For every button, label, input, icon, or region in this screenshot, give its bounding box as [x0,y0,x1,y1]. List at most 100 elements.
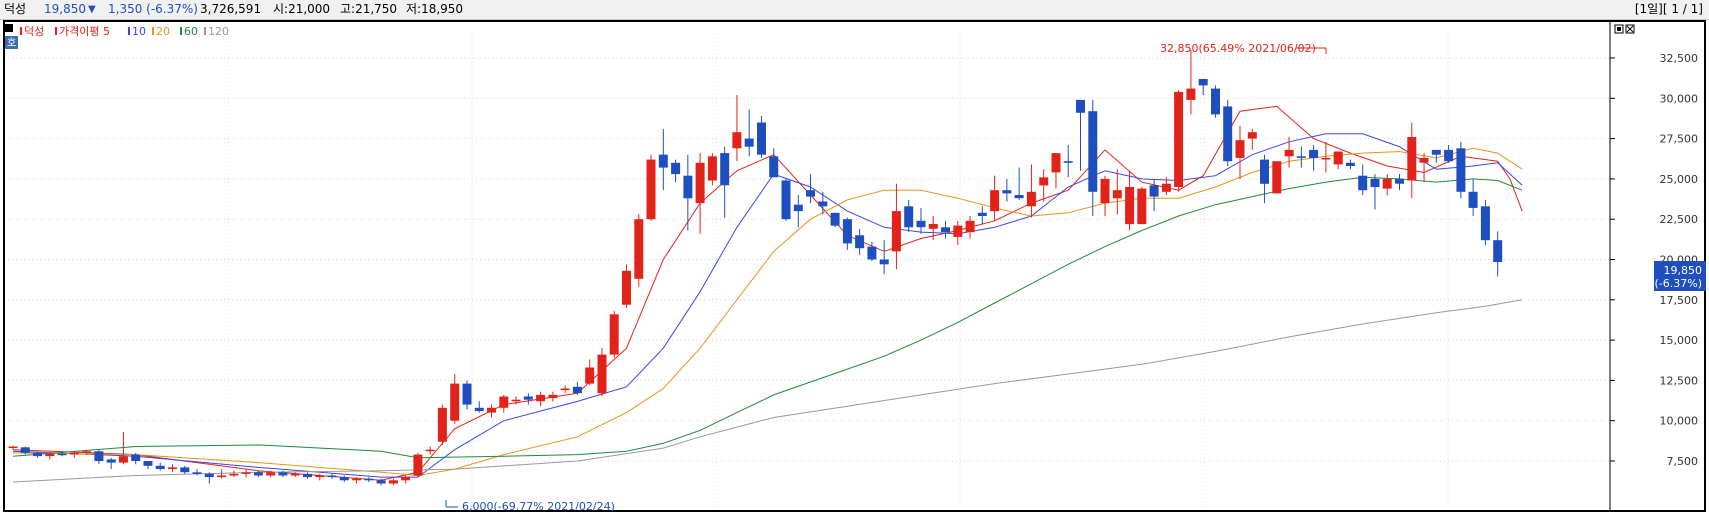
candle[interactable] [1272,161,1282,194]
candle[interactable] [646,154,656,221]
candle[interactable] [855,228,865,255]
candle[interactable] [1186,49,1196,115]
candle[interactable] [499,394,509,413]
candle-body [1247,132,1257,139]
candle[interactable] [106,457,116,470]
candle[interactable] [413,452,423,478]
candle[interactable] [364,477,374,482]
candle[interactable] [1358,164,1368,196]
candle[interactable] [327,473,337,479]
candle[interactable] [131,452,141,465]
candle[interactable] [487,404,496,418]
candle[interactable] [1395,174,1404,191]
candle[interactable] [8,445,18,450]
candle[interactable] [1431,149,1441,163]
candle[interactable] [757,116,766,158]
candle[interactable] [1137,186,1147,225]
candle[interactable] [241,469,251,478]
candle[interactable] [94,449,104,465]
candle[interactable] [1002,178,1012,202]
candle[interactable] [990,175,1000,221]
candle[interactable] [1444,145,1454,163]
candle[interactable] [1198,78,1208,96]
candle[interactable] [229,470,239,478]
candle[interactable] [45,452,55,460]
candle[interactable] [143,461,153,470]
candle[interactable] [1112,169,1122,215]
candle[interactable] [891,183,901,270]
candle[interactable] [720,146,730,218]
candle[interactable] [192,469,202,476]
candle[interactable] [1174,90,1184,192]
candle[interactable] [879,240,889,275]
candle[interactable] [916,207,926,234]
candle[interactable] [1076,99,1085,171]
candle[interactable] [168,464,177,473]
candle[interactable] [1100,175,1110,216]
candle[interactable] [1260,154,1269,204]
candle[interactable] [1456,141,1466,199]
candle[interactable] [1211,85,1220,118]
candle[interactable] [1223,99,1233,167]
candle[interactable] [830,212,840,228]
candle[interactable] [204,472,214,484]
candle[interactable] [1493,231,1503,277]
candle[interactable] [180,465,190,474]
candle[interactable] [462,380,472,410]
candle[interactable] [634,214,644,287]
candle[interactable] [572,382,582,395]
candle[interactable] [732,95,742,162]
candle[interactable] [1309,145,1319,171]
candle[interactable] [217,469,227,479]
candle-body [229,473,239,476]
candle[interactable] [560,385,570,394]
candle[interactable] [523,393,533,405]
candle[interactable] [450,373,460,424]
candle[interactable] [548,391,558,402]
candle[interactable] [303,472,312,479]
candle[interactable] [1382,174,1392,196]
candle[interactable] [437,404,447,445]
candle[interactable] [842,217,852,250]
candle[interactable] [1370,174,1380,210]
candle[interactable] [965,215,975,239]
candle[interactable] [1407,122,1417,199]
candle[interactable] [597,348,607,397]
candle[interactable] [1088,99,1098,216]
candle[interactable] [1125,170,1135,231]
candle[interactable] [253,470,263,478]
candle[interactable] [707,153,717,186]
candle[interactable] [536,391,546,407]
candle[interactable] [1051,153,1061,189]
candle[interactable] [1063,145,1073,178]
candle[interactable] [585,359,595,386]
candle[interactable] [977,206,987,225]
candle[interactable] [1235,125,1245,179]
candle[interactable] [769,148,779,178]
candle[interactable] [695,153,705,234]
candle[interactable] [1026,164,1036,218]
candle[interactable] [1247,128,1257,150]
candle[interactable] [953,220,963,245]
candle[interactable] [1480,199,1490,245]
candle[interactable] [388,478,398,486]
candle[interactable] [793,195,803,228]
candle[interactable] [1296,146,1306,168]
candle[interactable] [609,311,619,358]
candle[interactable] [1345,159,1355,170]
candle[interactable] [744,109,754,157]
candle[interactable] [1468,178,1478,216]
candlestick-chart[interactable]: 32,50030,00027,50025,00022,50020,00017,5… [0,0,1709,515]
candle[interactable] [155,462,165,471]
candle[interactable] [1333,151,1343,170]
candle[interactable] [1039,169,1049,202]
candle[interactable] [474,401,484,413]
candle[interactable] [339,475,349,482]
candle[interactable] [781,178,791,221]
candle[interactable] [622,264,631,308]
candle[interactable] [941,220,950,239]
candle[interactable] [1419,153,1429,183]
candle[interactable] [1014,167,1024,200]
candle[interactable] [904,199,914,233]
ma-line-10 [12,133,1523,478]
